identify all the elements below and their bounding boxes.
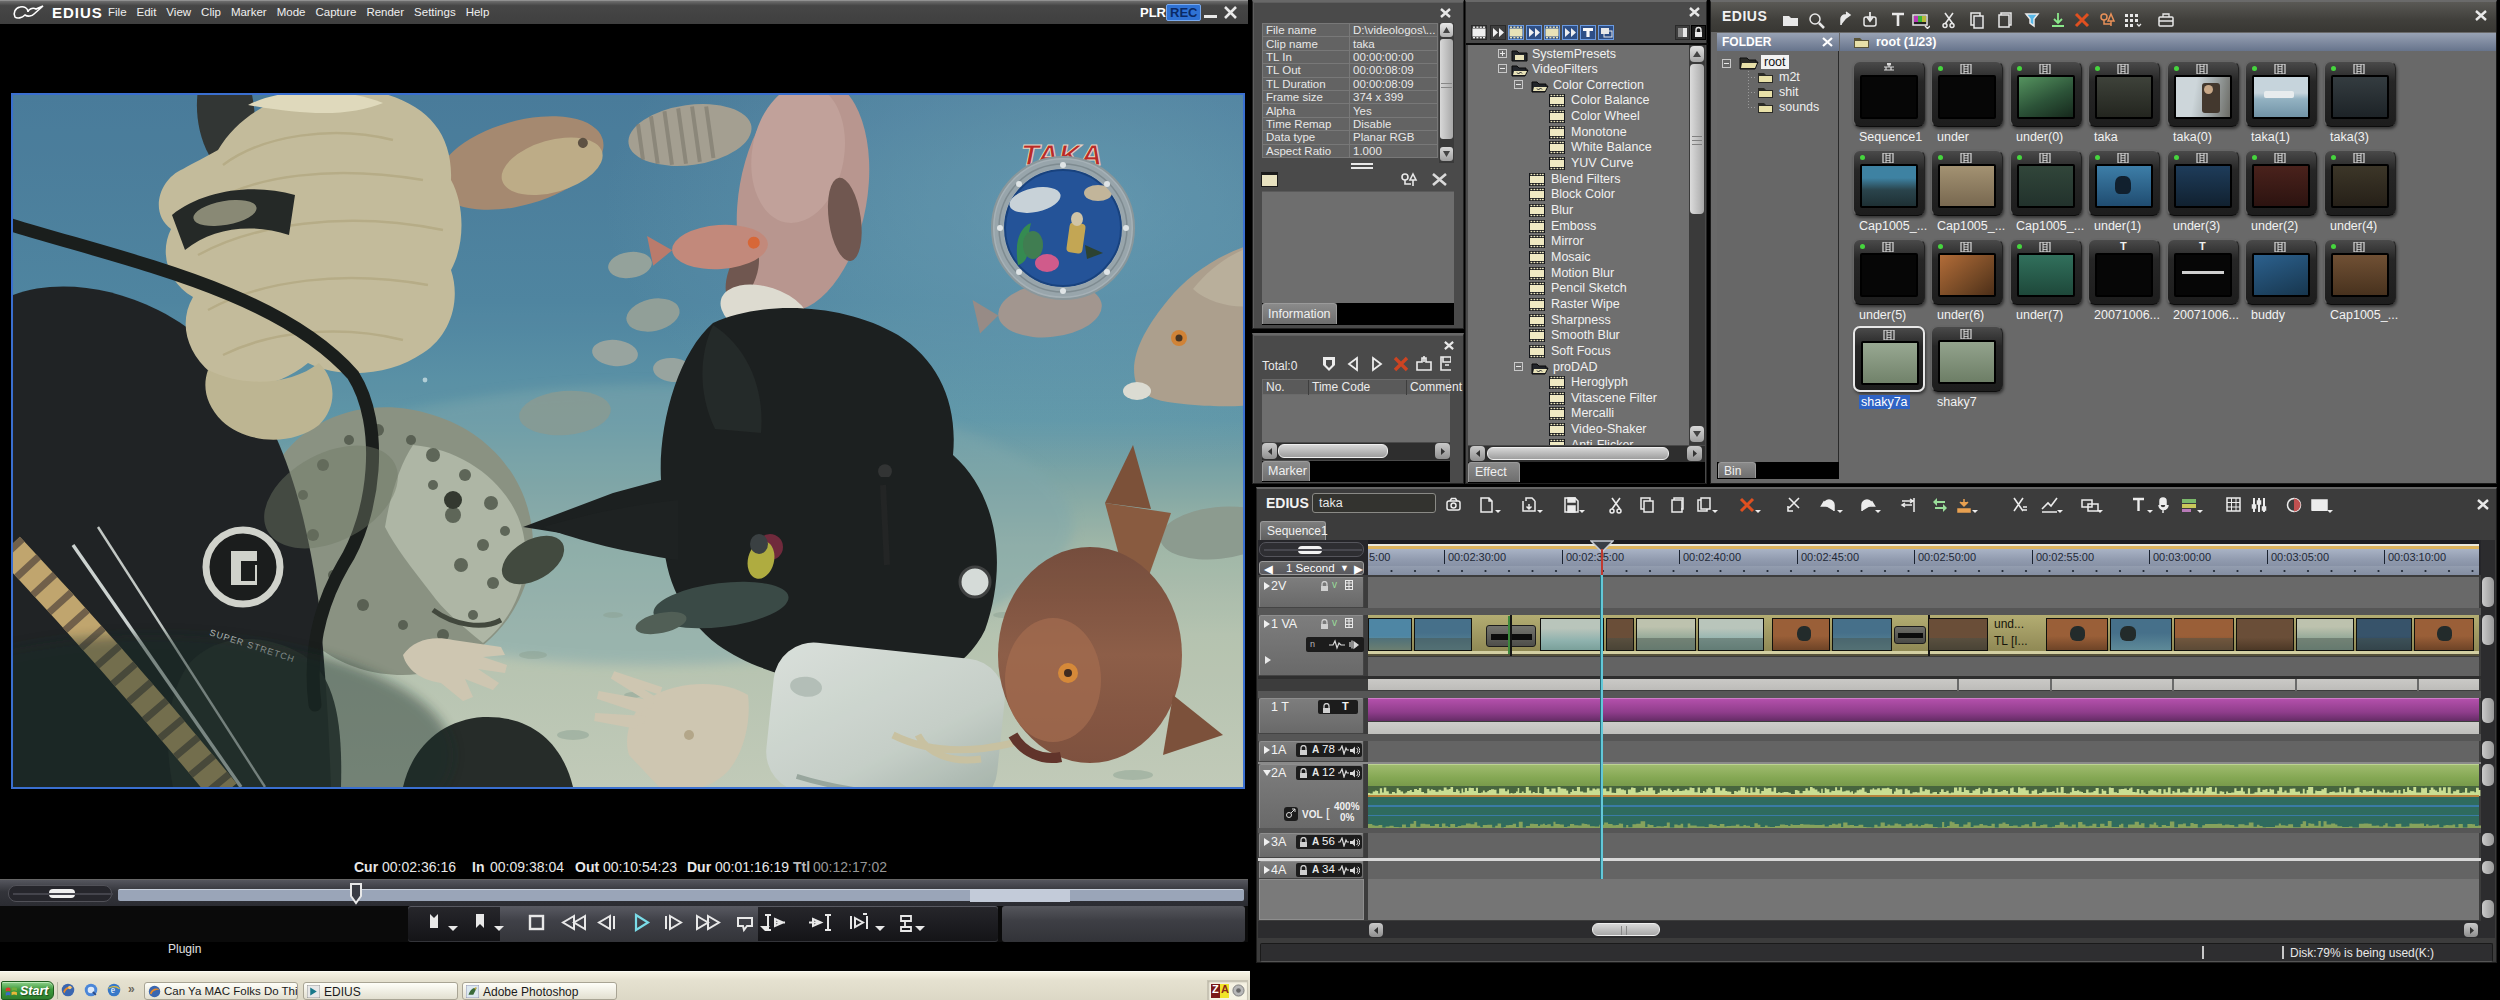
svg-text:e: e xyxy=(111,984,115,995)
